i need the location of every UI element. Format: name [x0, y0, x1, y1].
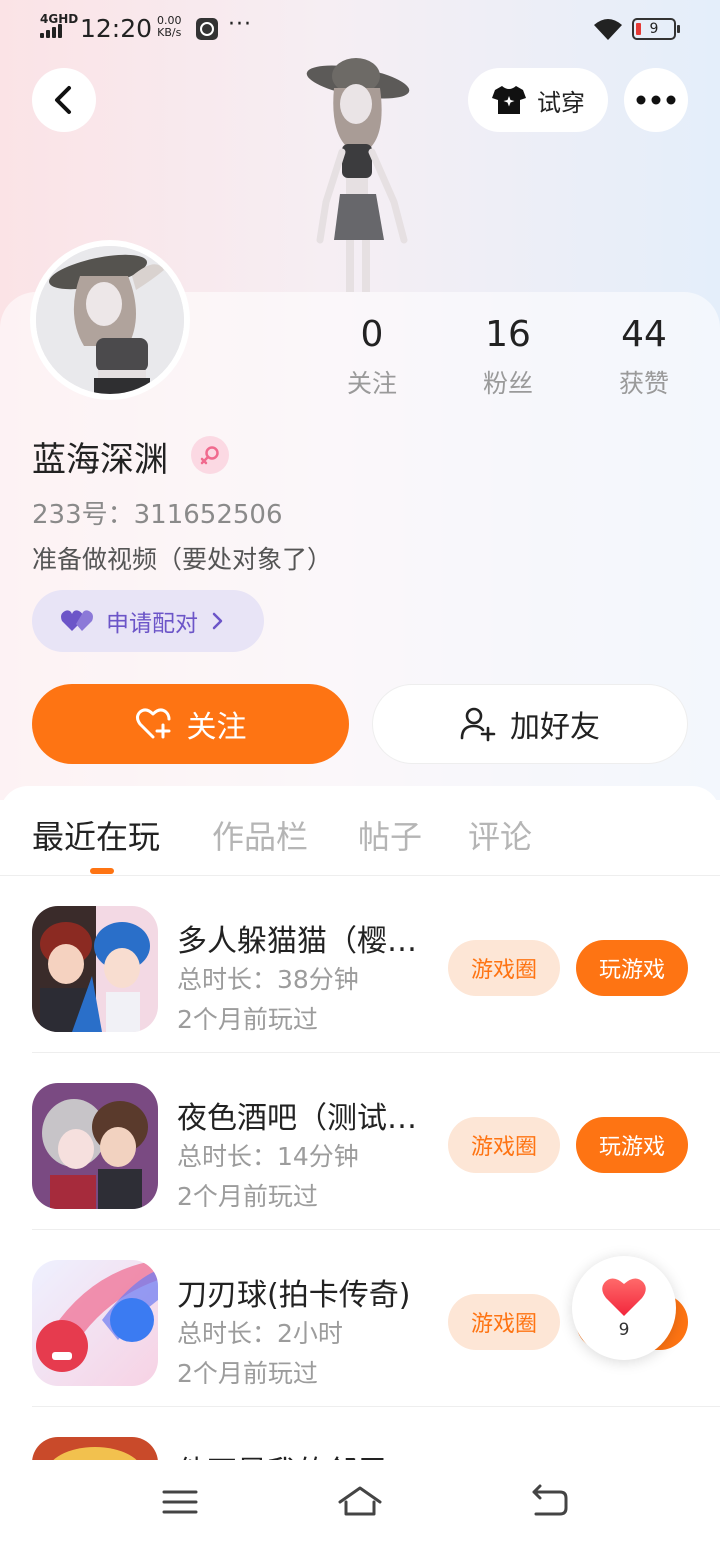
game-duration: 总时长：14分钟	[177, 1142, 359, 1171]
network-speed-unit: KB/s	[157, 26, 182, 39]
add-friend-button[interactable]: 加好友	[372, 684, 688, 764]
game-circle-button[interactable]: 游戏圈	[448, 1294, 560, 1350]
stat-likes-value: 44	[621, 314, 667, 355]
like-count: 9	[618, 1320, 630, 1340]
network-speed: 0.00 KB/s	[157, 15, 182, 39]
signal-icon	[40, 24, 70, 38]
avatar-image	[36, 246, 184, 394]
wifi-icon	[594, 19, 622, 40]
chevron-left-icon	[55, 86, 71, 114]
game-title: 多人躲猫猫（樱花校园）	[177, 924, 439, 959]
content-panel: 最近在玩 作品栏 帖子 评论 多人躲猫猫（樱花校园） 总时长：38分钟 2个月前…	[0, 786, 720, 1544]
avatar-character-image	[306, 58, 410, 292]
game-last-played: 2个月前玩过	[177, 1005, 318, 1034]
stat-likes-label: 获赞	[618, 369, 669, 398]
stat-fans[interactable]: 16 粉丝	[448, 314, 568, 400]
avatar[interactable]	[36, 246, 184, 394]
game-last-played: 2个月前玩过	[177, 1182, 318, 1211]
back-button[interactable]	[32, 68, 96, 132]
stat-following-label: 关注	[346, 369, 397, 398]
menu-icon[interactable]	[156, 1478, 204, 1526]
stat-following-value: 0	[360, 314, 384, 355]
chevron-right-icon	[212, 612, 223, 630]
female-gender-icon	[191, 436, 229, 474]
profile-tabs: 最近在玩 作品栏 帖子 评论	[0, 786, 720, 876]
game-icon	[32, 1083, 158, 1209]
user-bio: 准备做视频（要处对象了）	[32, 545, 333, 574]
floating-like-button[interactable]: 9	[572, 1256, 676, 1360]
heart-plus-icon	[135, 708, 170, 739]
tshirt-icon	[492, 86, 526, 114]
stat-likes[interactable]: 44 获赞	[584, 314, 704, 400]
try-on-label: 试穿	[537, 88, 585, 117]
add-user-icon	[460, 707, 496, 742]
game-row[interactable]: 夜色酒吧（测试服） 总时长：14分钟 2个月前玩过 游戏圈 玩游戏	[32, 1053, 720, 1230]
play-game-button[interactable]: 玩游戏	[576, 1117, 688, 1173]
app-notification-icon	[196, 18, 218, 40]
active-tab-indicator	[90, 868, 114, 874]
back-navigation-icon[interactable]	[524, 1478, 572, 1526]
tab-comments[interactable]: 评论	[468, 812, 532, 858]
user-id: 233号：311652506	[32, 500, 283, 530]
stat-fans-label: 粉丝	[482, 369, 533, 398]
tab-recently-played[interactable]: 最近在玩	[32, 812, 160, 858]
game-duration: 总时长：2小时	[177, 1319, 343, 1348]
game-duration: 总时长：38分钟	[177, 965, 359, 994]
play-game-button[interactable]: 玩游戏	[576, 940, 688, 996]
battery-icon: 9	[632, 18, 680, 40]
more-notifications-indicator: ···	[228, 12, 252, 37]
home-icon[interactable]	[336, 1478, 384, 1526]
status-bar: 4GHD 12:20 0.00 KB/s ··· 9	[0, 0, 720, 56]
tab-posts[interactable]: 帖子	[358, 812, 422, 858]
game-last-played: 2个月前玩过	[177, 1359, 318, 1388]
stat-following[interactable]: 0 关注	[312, 314, 432, 400]
game-circle-button[interactable]: 游戏圈	[448, 1117, 560, 1173]
clock: 12:20	[80, 14, 153, 43]
game-row[interactable]: 多人躲猫猫（樱花校园） 总时长：38分钟 2个月前玩过 游戏圈 玩游戏	[32, 876, 720, 1053]
add-friend-label: 加好友	[510, 710, 600, 745]
request-pairing-label: 申请配对	[106, 611, 198, 637]
try-on-button[interactable]: 试穿	[468, 68, 608, 132]
system-navigation-bar	[0, 1460, 720, 1544]
stat-fans-value: 16	[485, 314, 531, 355]
request-pairing-button[interactable]: 申请配对	[32, 590, 264, 652]
follow-label: 关注	[186, 710, 247, 745]
game-icon	[32, 1260, 158, 1386]
more-dots-icon	[636, 95, 676, 105]
username: 蓝海深渊	[32, 440, 168, 480]
game-title: 夜色酒吧（测试服）	[177, 1101, 439, 1136]
heart-icon	[602, 1278, 646, 1316]
game-title: 刀刃球(拍卡传奇)	[177, 1278, 411, 1313]
double-heart-icon	[61, 610, 93, 631]
female-symbol-icon	[200, 446, 219, 465]
tab-works[interactable]: 作品栏	[212, 812, 308, 858]
game-circle-button[interactable]: 游戏圈	[448, 940, 560, 996]
more-options-button[interactable]	[624, 68, 688, 132]
follow-button[interactable]: 关注	[32, 684, 349, 764]
game-icon	[32, 906, 158, 1032]
